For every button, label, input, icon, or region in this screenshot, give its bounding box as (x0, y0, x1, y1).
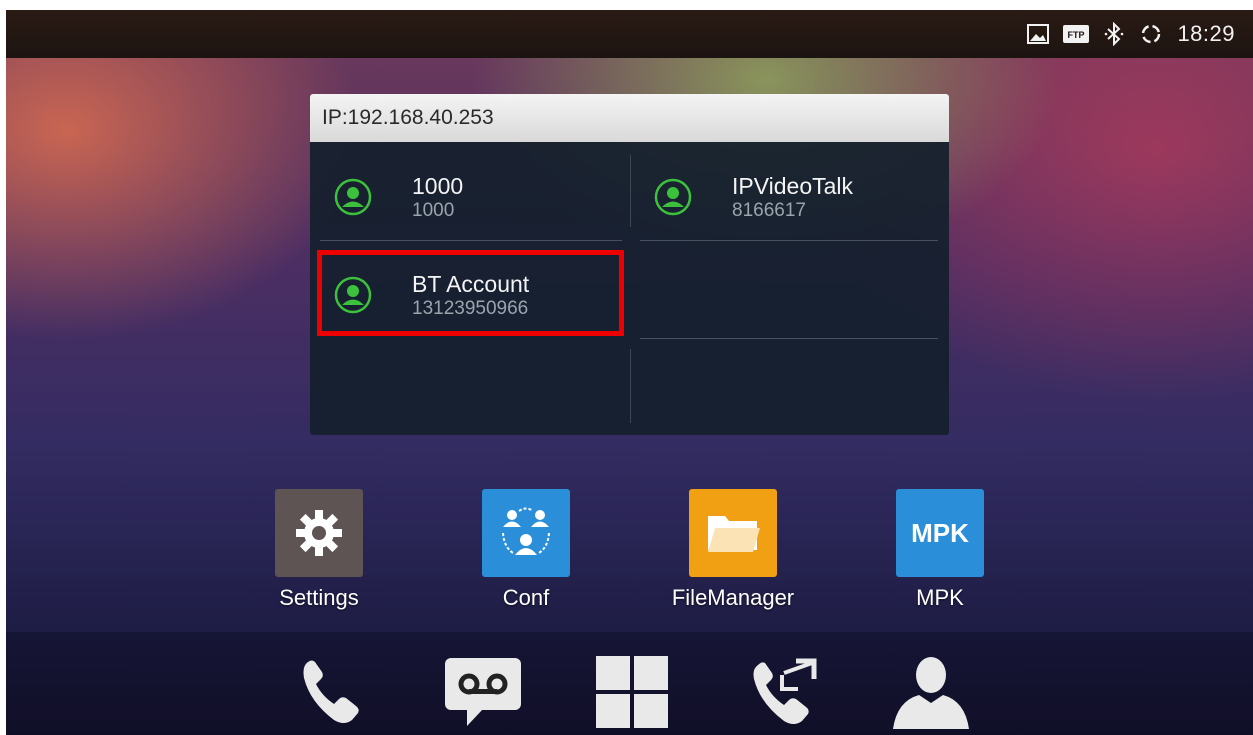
divider (630, 155, 631, 227)
account-item-1000[interactable]: 1000 1000 (334, 172, 463, 222)
account-name: IPVideoTalk (732, 173, 854, 199)
ip-address-header: IP:192.168.40.253 (310, 94, 949, 142)
account-item-ipvideotalk[interactable]: IPVideoTalk 8166617 (654, 172, 853, 222)
folder-icon (689, 489, 777, 577)
app-label: Settings (279, 585, 359, 610)
account-icon (654, 178, 692, 216)
divider (630, 349, 631, 423)
account-name: 1000 (412, 173, 464, 199)
dock (6, 632, 1253, 735)
svg-text:FTP: FTP (1068, 30, 1085, 40)
app-settings[interactable]: Settings (254, 489, 384, 611)
bluetooth-icon (1103, 22, 1125, 46)
sync-icon (1139, 22, 1163, 46)
app-conf[interactable]: Conf (461, 489, 591, 611)
apps-grid-icon[interactable] (592, 652, 672, 732)
ftp-icon: FTP (1063, 25, 1090, 43)
voicemail-icon[interactable] (443, 652, 523, 732)
divider (640, 338, 938, 339)
divider (320, 240, 622, 241)
account-icon (334, 178, 372, 216)
home-screen: FTP 18:29 IP:192.168.40.253 1000 1000 IP… (6, 10, 1253, 735)
contacts-icon[interactable] (891, 652, 971, 732)
app-label: MPK (916, 585, 964, 610)
divider (640, 240, 938, 241)
account-number: 1000 (412, 200, 455, 221)
app-mpk[interactable]: MPK MPK (875, 489, 1005, 611)
status-time: 18:29 (1177, 21, 1235, 46)
image-icon (1027, 24, 1050, 44)
mpk-icon: MPK (896, 489, 984, 577)
account-number: 8166617 (732, 200, 806, 221)
conference-icon (482, 489, 570, 577)
app-label: FileManager (671, 585, 795, 610)
phone-icon[interactable] (291, 652, 371, 732)
call-transfer-icon[interactable] (744, 652, 824, 732)
gear-icon (275, 489, 363, 577)
app-filemanager[interactable]: FileManager (668, 489, 798, 611)
highlight-box (317, 250, 624, 336)
app-label: Conf (502, 585, 550, 610)
status-bar: FTP 18:29 (6, 10, 1253, 58)
